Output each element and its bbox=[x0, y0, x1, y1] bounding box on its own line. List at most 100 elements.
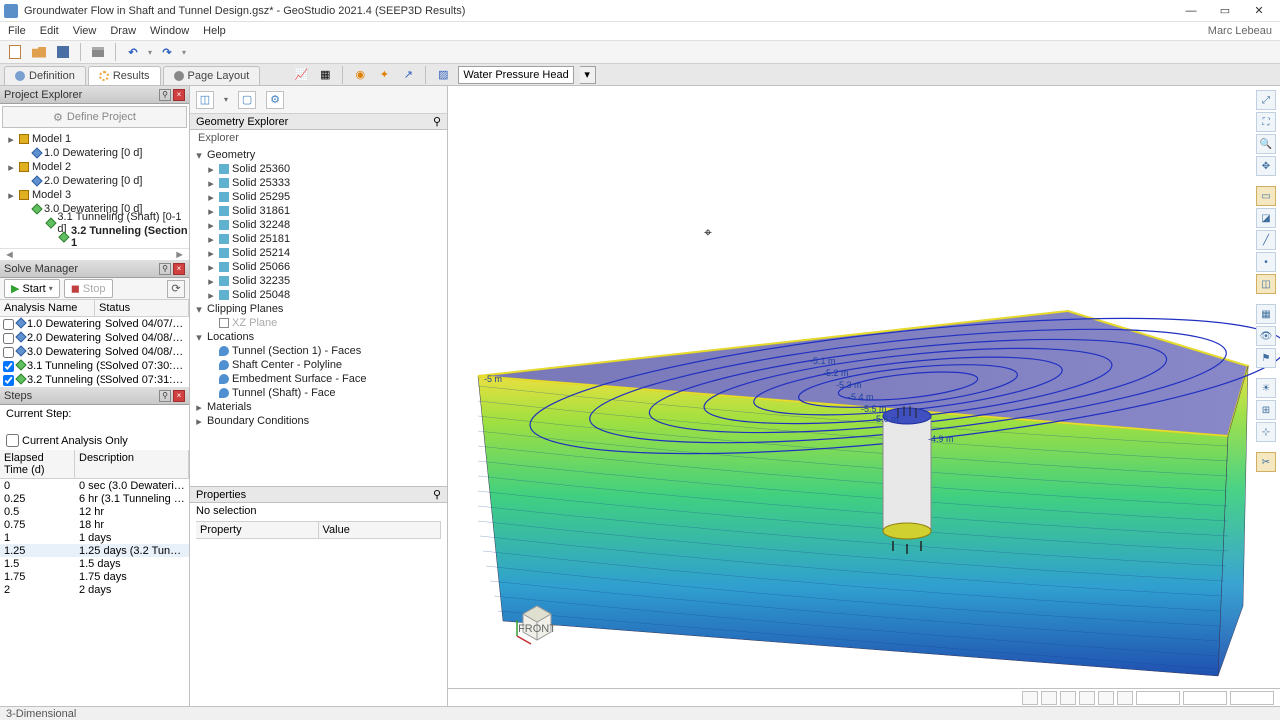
define-project-button[interactable]: ⚙ Define Project bbox=[2, 106, 187, 128]
menu-help[interactable]: Help bbox=[203, 25, 226, 37]
new-button[interactable] bbox=[6, 43, 24, 61]
step-row[interactable]: 0.256 hr (3.1 Tunneling (Shaft)) bbox=[0, 492, 189, 505]
redo-button[interactable]: ↷ bbox=[158, 43, 176, 61]
step-row[interactable]: 22 days bbox=[0, 583, 189, 596]
select-face-icon[interactable]: ◪ bbox=[1256, 208, 1276, 228]
select-solid-icon[interactable]: ◫ bbox=[1256, 274, 1276, 294]
start-button[interactable]: ▶Start▾ bbox=[4, 279, 60, 298]
menu-file[interactable]: File bbox=[8, 25, 26, 37]
geo-node[interactable]: ▸Solid 31861 bbox=[194, 204, 443, 218]
geo-node[interactable]: ▸Solid 32235 bbox=[194, 274, 443, 288]
tab-definition[interactable]: Definition bbox=[4, 66, 86, 85]
step-row[interactable]: 1.251.25 days (3.2 Tunneling (Se... bbox=[0, 544, 189, 557]
pin-icon[interactable]: ⚲ bbox=[433, 488, 441, 501]
pin-icon[interactable]: ⚲ bbox=[159, 390, 171, 402]
contour-icon[interactable]: ◉ bbox=[351, 66, 369, 84]
zoom-b-icon[interactable] bbox=[1098, 691, 1114, 705]
maximize-button[interactable]: ▭ bbox=[1208, 1, 1242, 21]
tree-node[interactable]: 1.0 Dewatering [0 d] bbox=[0, 146, 189, 160]
step-row[interactable]: 1.51.5 days bbox=[0, 557, 189, 570]
geo-node[interactable]: ▸Solid 25066 bbox=[194, 260, 443, 274]
mesh-icon[interactable]: ▨ bbox=[434, 66, 452, 84]
step-row[interactable]: 00 sec (3.0 Dewatering) bbox=[0, 479, 189, 492]
geo-node[interactable]: ▸Solid 25048 bbox=[194, 288, 443, 302]
geo-node[interactable]: ▸Solid 25181 bbox=[194, 232, 443, 246]
hide-icon[interactable]: 👁 bbox=[1256, 326, 1276, 346]
table-icon[interactable]: ▦ bbox=[316, 66, 334, 84]
solve-row[interactable]: 1.0 DewateringSolved 04/07/2022 03:... bbox=[0, 317, 189, 331]
pin-icon[interactable]: ⚲ bbox=[159, 89, 171, 101]
3d-viewport[interactable]: FRONT -5 m -5.1 m -5.2 m -5.3 m -5.4 m -… bbox=[448, 86, 1280, 706]
geo-node[interactable]: ▸Materials bbox=[194, 400, 443, 414]
tab-results[interactable]: Results bbox=[88, 66, 161, 85]
close-button[interactable]: ✕ bbox=[1242, 1, 1276, 21]
zoom-extents-icon[interactable]: ⤢ bbox=[1256, 90, 1276, 110]
select-icon[interactable]: ▭ bbox=[1256, 186, 1276, 206]
open-button[interactable] bbox=[30, 43, 48, 61]
geo-node[interactable]: ▸Boundary Conditions bbox=[194, 414, 443, 428]
zoom-fit-icon[interactable] bbox=[1117, 691, 1133, 705]
pin-icon[interactable]: ⚲ bbox=[433, 115, 441, 128]
step-row[interactable]: 0.512 hr bbox=[0, 505, 189, 518]
show-mesh-icon[interactable]: ▦ bbox=[1256, 304, 1276, 324]
pin-icon[interactable]: ⚲ bbox=[159, 263, 171, 275]
select-node-icon[interactable]: • bbox=[1256, 252, 1276, 272]
geo-node[interactable]: Shaft Center - Polyline bbox=[194, 358, 443, 372]
graph-icon[interactable]: 📈 bbox=[292, 66, 310, 84]
scroll-left-icon[interactable]: ◄ bbox=[4, 249, 15, 260]
result-parameter-select[interactable]: Water Pressure Head bbox=[458, 66, 573, 84]
geo-node[interactable]: ▸Solid 25333 bbox=[194, 176, 443, 190]
geo-node[interactable]: Embedment Surface - Face bbox=[194, 372, 443, 386]
isosurface-icon[interactable]: ✦ bbox=[375, 66, 393, 84]
tree-node[interactable]: ▸Model 2 bbox=[0, 160, 189, 174]
menu-window[interactable]: Window bbox=[150, 25, 189, 37]
coord-x-field[interactable] bbox=[1136, 691, 1180, 705]
solve-row[interactable]: 3.0 DewateringSolved 04/08/2022 06:... bbox=[0, 345, 189, 359]
coord-z-field[interactable] bbox=[1230, 691, 1274, 705]
zoom-window-icon[interactable]: ⛶ bbox=[1256, 112, 1276, 132]
step-row[interactable]: 1.751.75 days bbox=[0, 570, 189, 583]
tree-node[interactable]: ▸Model 3 bbox=[0, 188, 189, 202]
tree-node[interactable]: ▸Model 1 bbox=[0, 132, 189, 146]
geo-node[interactable]: ▸Solid 25295 bbox=[194, 190, 443, 204]
solve-row[interactable]: 2.0 DewateringSolved 04/08/2022 05:... bbox=[0, 331, 189, 345]
geometry-tree[interactable]: ▾Geometry▸Solid 25360▸Solid 25333▸Solid … bbox=[190, 146, 447, 486]
view-cube-icon[interactable]: ◫ bbox=[196, 91, 214, 109]
lighting-icon[interactable]: ☀ bbox=[1256, 378, 1276, 398]
menu-edit[interactable]: Edit bbox=[40, 25, 59, 37]
box-icon[interactable]: ▢ bbox=[238, 91, 256, 109]
close-panel-icon[interactable]: × bbox=[173, 263, 185, 275]
tree-node[interactable]: 3.2 Tunneling (Section 1 bbox=[0, 230, 189, 244]
geo-node[interactable]: ▾Geometry bbox=[194, 148, 443, 162]
geo-node[interactable]: ▾Locations bbox=[194, 330, 443, 344]
menu-view[interactable]: View bbox=[73, 25, 97, 37]
tree-node[interactable]: 2.0 Dewatering [0 d] bbox=[0, 174, 189, 188]
undo-button[interactable]: ↶ bbox=[124, 43, 142, 61]
stop-button[interactable]: ◼Stop bbox=[64, 279, 113, 298]
coord-y-field[interactable] bbox=[1183, 691, 1227, 705]
geo-node[interactable]: Tunnel (Section 1) - Faces bbox=[194, 344, 443, 358]
step-row[interactable]: 0.7518 hr bbox=[0, 518, 189, 531]
settings-icon[interactable]: ⚙ bbox=[266, 91, 284, 109]
zoom-icon[interactable]: 🔍 bbox=[1256, 134, 1276, 154]
scroll-right-icon[interactable]: ► bbox=[174, 249, 185, 260]
close-panel-icon[interactable]: × bbox=[173, 89, 185, 101]
vectors-icon[interactable]: ↗ bbox=[399, 66, 417, 84]
current-analysis-only-checkbox[interactable] bbox=[6, 434, 19, 447]
geo-node[interactable]: ▸Solid 25360 bbox=[194, 162, 443, 176]
pan-icon[interactable]: ✥ bbox=[1256, 156, 1276, 176]
minimize-button[interactable]: — bbox=[1174, 1, 1208, 21]
move-icon[interactable] bbox=[1060, 691, 1076, 705]
select-edge-icon[interactable]: ╱ bbox=[1256, 230, 1276, 250]
clip-icon[interactable]: ✂ bbox=[1256, 452, 1276, 472]
axes-icon[interactable]: ⊹ bbox=[1256, 422, 1276, 442]
pointer-icon[interactable] bbox=[1041, 691, 1057, 705]
menu-draw[interactable]: Draw bbox=[110, 25, 136, 37]
step-row[interactable]: 11 days bbox=[0, 531, 189, 544]
close-panel-icon[interactable]: × bbox=[173, 390, 185, 402]
rotate-icon[interactable] bbox=[1079, 691, 1095, 705]
solve-row[interactable]: 3.1 Tunneling (Shaft)Solved 07:30:31 AM bbox=[0, 359, 189, 373]
save-button[interactable] bbox=[54, 43, 72, 61]
grid-toggle-icon[interactable] bbox=[1022, 691, 1038, 705]
print-button[interactable] bbox=[89, 43, 107, 61]
